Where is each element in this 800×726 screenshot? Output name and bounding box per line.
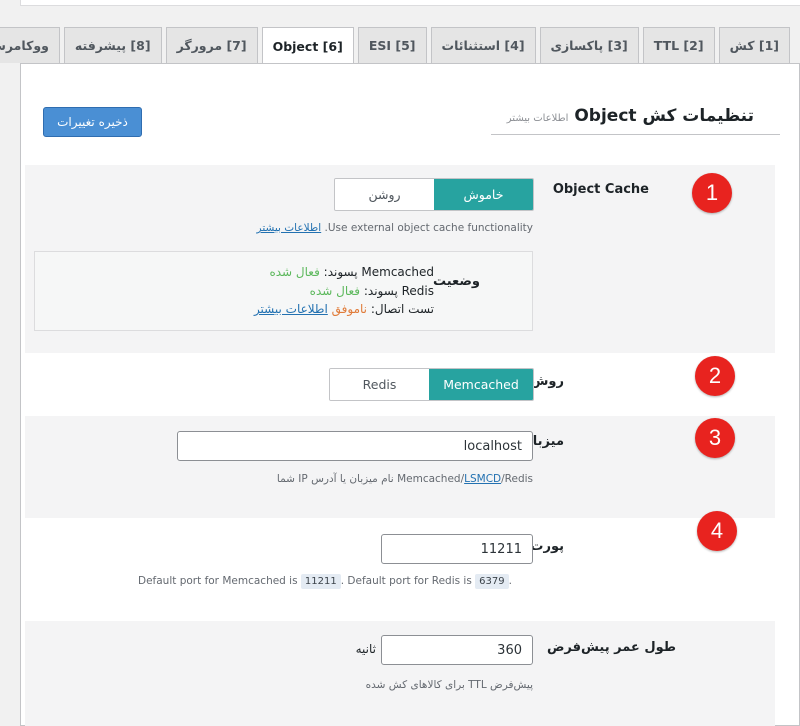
- ttl-input[interactable]: 360: [381, 635, 533, 665]
- method-redis-option[interactable]: Redis: [330, 369, 430, 400]
- method-label: روش: [530, 374, 564, 389]
- memcached-port-code: 11211: [300, 574, 341, 589]
- ttl-desc: پیش‌فرض TTL برای کالاهای کش شده: [365, 679, 533, 691]
- heading-divider: [491, 134, 780, 135]
- lsmcd-link[interactable]: LSMCD: [464, 473, 501, 485]
- host-desc: Memcached/LSMCD/Redis نام میزبان یا آدرس…: [277, 473, 533, 485]
- connection-status: تست اتصال: ناموفق اطلاعات بیشتر: [254, 302, 434, 316]
- tab-purge[interactable]: [3] پاکسازی: [539, 27, 639, 63]
- tab-esi[interactable]: [5] ESI: [357, 27, 427, 63]
- object-cache-label: Object Cache: [552, 182, 649, 197]
- status-box: [34, 251, 533, 331]
- tab-excludes[interactable]: [4] استثنائات: [430, 27, 536, 63]
- port-desc-part2: . Default port for Redis is: [340, 575, 472, 587]
- tab-cache[interactable]: [1] کش: [718, 27, 790, 63]
- page-title: تنظیمات کش Object: [574, 106, 754, 126]
- tab-object[interactable]: [6] Object: [261, 27, 354, 64]
- object-cache-on-option[interactable]: روشن: [335, 179, 434, 210]
- port-desc: Default port for Memcached is 11211. Def…: [138, 574, 512, 589]
- object-cache-more-link[interactable]: اطلاعات بیشتر: [257, 222, 322, 234]
- port-label: پورت: [530, 539, 564, 554]
- page-heading: تنظیمات کش Object اطلاعات بیشتر: [507, 106, 754, 126]
- badge-two: 2: [695, 356, 735, 396]
- memcached-status-prefix: Memcached پسوند:: [323, 265, 434, 279]
- ttl-label: طول عمر پیش‌فرض: [546, 640, 676, 655]
- memcached-status: Memcached پسوند: فعال شده: [269, 265, 434, 279]
- top-bar: [20, 0, 800, 6]
- tab-browser[interactable]: [7] مرورگر: [165, 27, 258, 63]
- badge-three: 3: [695, 418, 735, 458]
- connection-status-prefix: تست اتصال:: [370, 302, 434, 316]
- badge-one: 1: [692, 173, 732, 213]
- object-cache-desc-text: Use external object cache functionality.: [324, 222, 533, 234]
- connection-more-link[interactable]: اطلاعات بیشتر: [254, 302, 328, 316]
- host-input[interactable]: localhost: [177, 431, 533, 461]
- host-desc-prefix: Memcached/: [397, 473, 465, 485]
- port-input[interactable]: 11211: [381, 534, 533, 564]
- memcached-status-value: فعال شده: [269, 265, 320, 279]
- ttl-unit: ثانیه: [355, 642, 376, 656]
- redis-status: Redis پسوند: فعال شده: [310, 284, 434, 298]
- badge-four: 4: [697, 511, 737, 551]
- port-desc-part3: .: [508, 575, 512, 587]
- redis-status-value: فعال شده: [309, 284, 361, 298]
- tab-bar: [1] کش [2] TTL [3] پاکسازی [4] استثنائات…: [0, 27, 790, 64]
- tab-woocommerce[interactable]: ووکامرس: [0, 27, 60, 63]
- tab-ttl[interactable]: [2] TTL: [642, 27, 715, 63]
- more-info-link[interactable]: اطلاعات بیشتر: [507, 113, 569, 124]
- tab-advanced[interactable]: [8] پیشرفته: [63, 27, 162, 63]
- redis-port-code: 6379: [475, 574, 509, 589]
- object-cache-toggle: روشن خاموش: [334, 178, 534, 211]
- redis-status-prefix: Redis پسوند:: [363, 284, 434, 298]
- object-cache-desc: Use external object cache functionality.…: [257, 222, 533, 234]
- port-desc-part1: Default port for Memcached is: [138, 575, 298, 587]
- status-label: وضعیت: [432, 274, 480, 289]
- method-toggle: Redis Memcached: [329, 368, 534, 401]
- connection-status-value: ناموفق: [331, 302, 368, 316]
- method-memcached-option[interactable]: Memcached: [429, 369, 533, 400]
- save-changes-button[interactable]: ذخیره تغییرات: [43, 107, 142, 137]
- object-cache-off-option[interactable]: خاموش: [434, 179, 533, 210]
